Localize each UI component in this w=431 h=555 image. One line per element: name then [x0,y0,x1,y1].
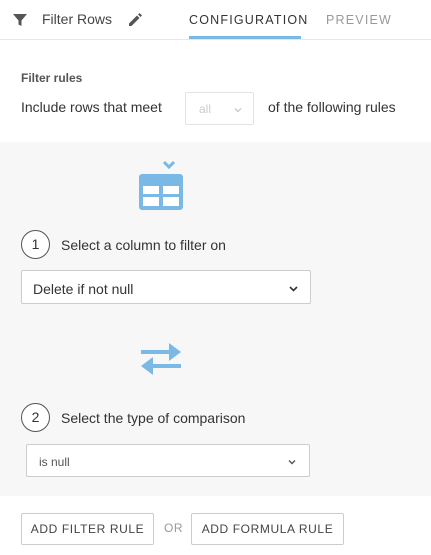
match-mode-value: all [199,102,212,116]
node-title[interactable]: Filter Rows [42,11,112,27]
or-separator: OR [164,521,184,535]
filter-rules-heading: Filter rules [21,71,83,85]
chevron-down-icon [234,108,242,113]
include-rows-suffix: of the following rules [268,99,396,115]
column-select-value: Delete if not null [33,281,134,297]
comparison-select[interactable]: is null [26,444,310,477]
filter-icon [13,14,27,26]
step-1-label: Select a column to filter on [61,237,226,253]
include-rows-prefix: Include rows that meet [21,99,162,115]
add-filter-rule-button[interactable]: ADD FILTER RULE [21,513,154,545]
comparison-select-value: is null [39,455,70,469]
match-mode-select[interactable]: all [185,92,254,125]
pencil-icon[interactable] [127,11,144,28]
table-icon [139,160,183,210]
active-tab-indicator [189,36,301,39]
tab-preview[interactable]: PREVIEW [326,13,392,27]
step-2-number: 2 [21,403,50,432]
header: Filter Rows CONFIGURATION PREVIEW [0,0,431,40]
chevron-down-icon [288,460,296,465]
rule-panel [0,142,431,496]
chevron-down-icon [289,286,298,292]
column-select[interactable]: Delete if not null [21,270,311,304]
step-1-number: 1 [21,230,50,259]
step-2-label: Select the type of comparison [61,410,246,426]
add-formula-rule-button[interactable]: ADD FORMULA RULE [191,513,344,545]
tab-configuration[interactable]: CONFIGURATION [189,13,309,27]
swap-arrows-icon [141,343,181,375]
